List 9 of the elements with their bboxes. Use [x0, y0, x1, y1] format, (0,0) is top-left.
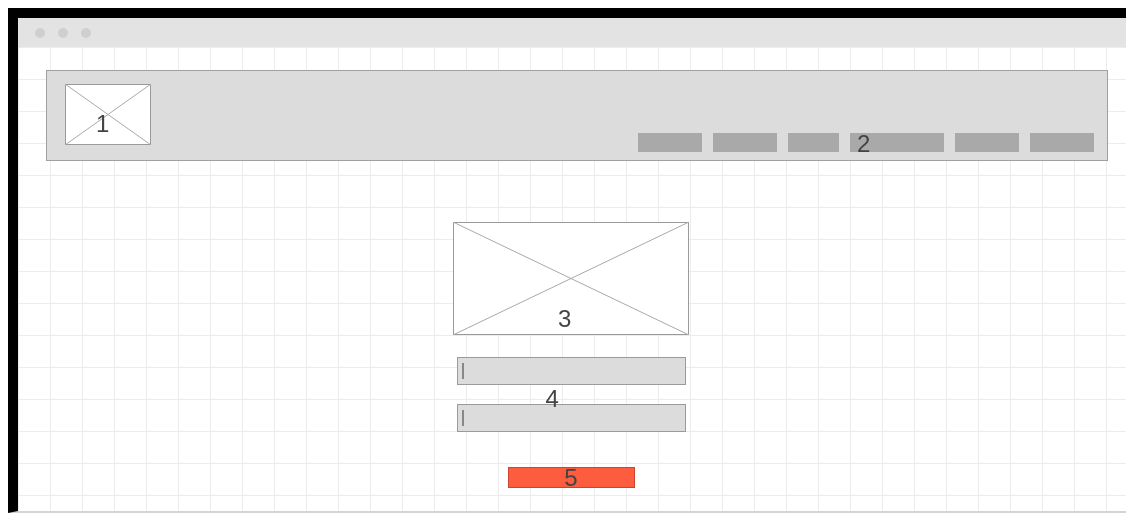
input-field[interactable]	[456, 357, 686, 385]
text-cursor-icon	[461, 363, 464, 379]
nav-label: 2	[857, 132, 871, 156]
fields-label: 4	[545, 387, 559, 411]
nav-item[interactable]	[850, 133, 944, 152]
text-cursor-icon	[461, 410, 464, 426]
logo-label: 1	[96, 112, 110, 136]
submit-button[interactable]: 5	[507, 467, 635, 488]
image-label: 3	[558, 307, 572, 331]
